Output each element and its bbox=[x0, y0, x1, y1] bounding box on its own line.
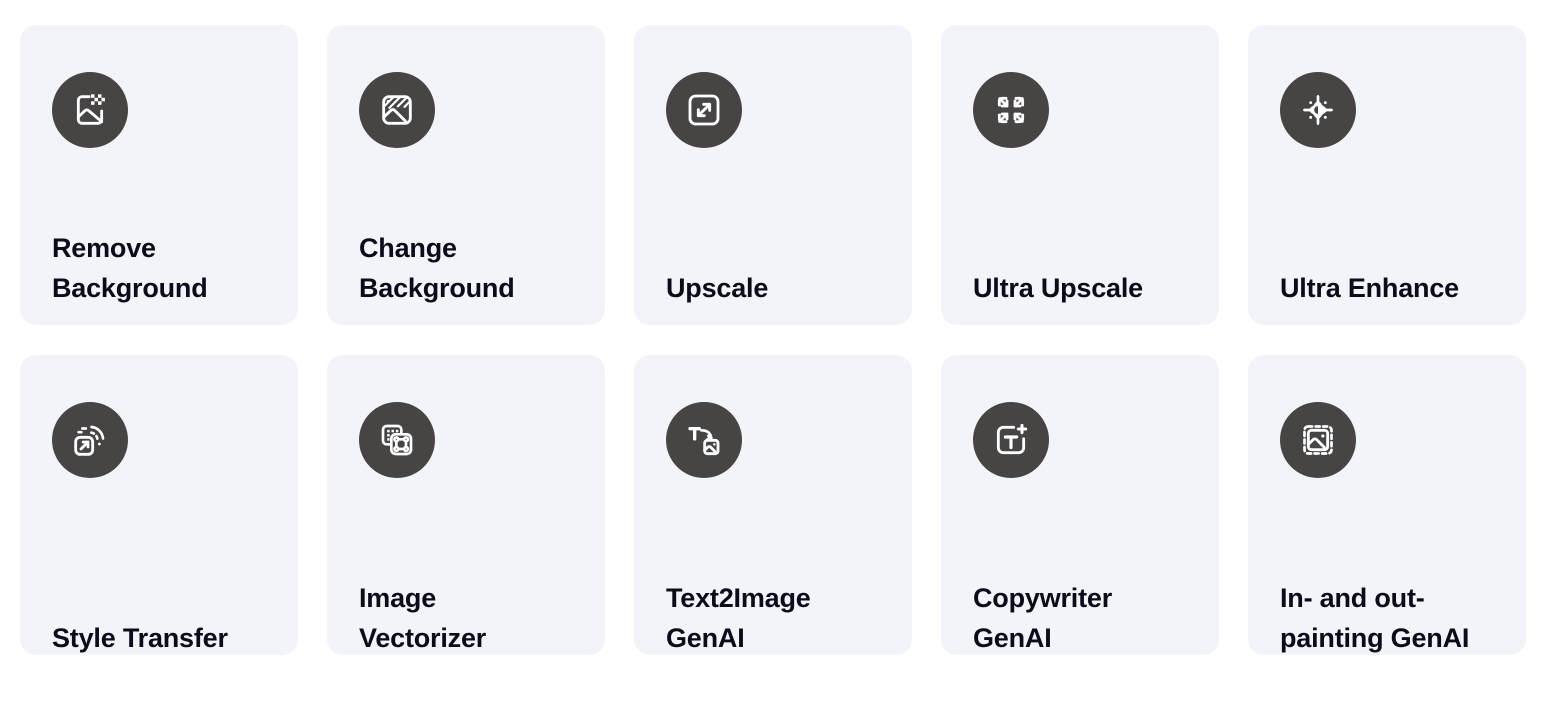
tool-card-text2image-genai[interactable]: Text2Image GenAI bbox=[634, 355, 912, 655]
tool-card-remove-background[interactable]: Remove Background bbox=[20, 25, 298, 325]
tool-card-label: Style Transfer bbox=[52, 623, 228, 653]
tool-card-change-background[interactable]: Change Background bbox=[327, 25, 605, 325]
four-corner-arrows-icon bbox=[973, 72, 1049, 148]
tool-card-label: Copywriter GenAI bbox=[973, 583, 1113, 653]
image-hatched-icon bbox=[359, 72, 435, 148]
pixels-to-vector-icon bbox=[359, 402, 435, 478]
tool-card-label: Remove Background bbox=[52, 233, 208, 303]
tool-card-ultra-enhance[interactable]: Ultra Enhance bbox=[1248, 25, 1526, 325]
text-square-plus-icon bbox=[973, 402, 1049, 478]
text-arrow-image-icon bbox=[666, 402, 742, 478]
tool-card-ultra-upscale[interactable]: Ultra Upscale bbox=[941, 25, 1219, 325]
tool-card-in-and-out-painting-genai[interactable]: In- and out-painting GenAI bbox=[1248, 355, 1526, 655]
tool-card-upscale[interactable]: Upscale bbox=[634, 25, 912, 325]
tool-card-image-vectorizer[interactable]: Image Vectorizer bbox=[327, 355, 605, 655]
tool-card-label: In- and out-painting GenAI bbox=[1280, 583, 1470, 653]
tool-card-copywriter-genai[interactable]: Copywriter GenAI bbox=[941, 355, 1219, 655]
image-checkerboard-icon bbox=[52, 72, 128, 148]
tool-card-label: Image Vectorizer bbox=[359, 583, 487, 653]
tools-grid: Remove Background Change Background Upsc… bbox=[20, 25, 1528, 655]
share-square-waves-icon bbox=[52, 402, 128, 478]
tool-card-label: Upscale bbox=[666, 273, 769, 303]
tool-card-label: Change Background bbox=[359, 233, 515, 303]
image-dashed-border-icon bbox=[1280, 402, 1356, 478]
tool-card-label: Ultra Enhance bbox=[1280, 273, 1459, 303]
expand-diagonal-arrows-icon bbox=[666, 72, 742, 148]
tool-card-style-transfer[interactable]: Style Transfer bbox=[20, 355, 298, 655]
tool-card-label: Ultra Upscale bbox=[973, 273, 1143, 303]
tool-card-label: Text2Image GenAI bbox=[666, 583, 811, 653]
contrast-radiate-icon bbox=[1280, 72, 1356, 148]
